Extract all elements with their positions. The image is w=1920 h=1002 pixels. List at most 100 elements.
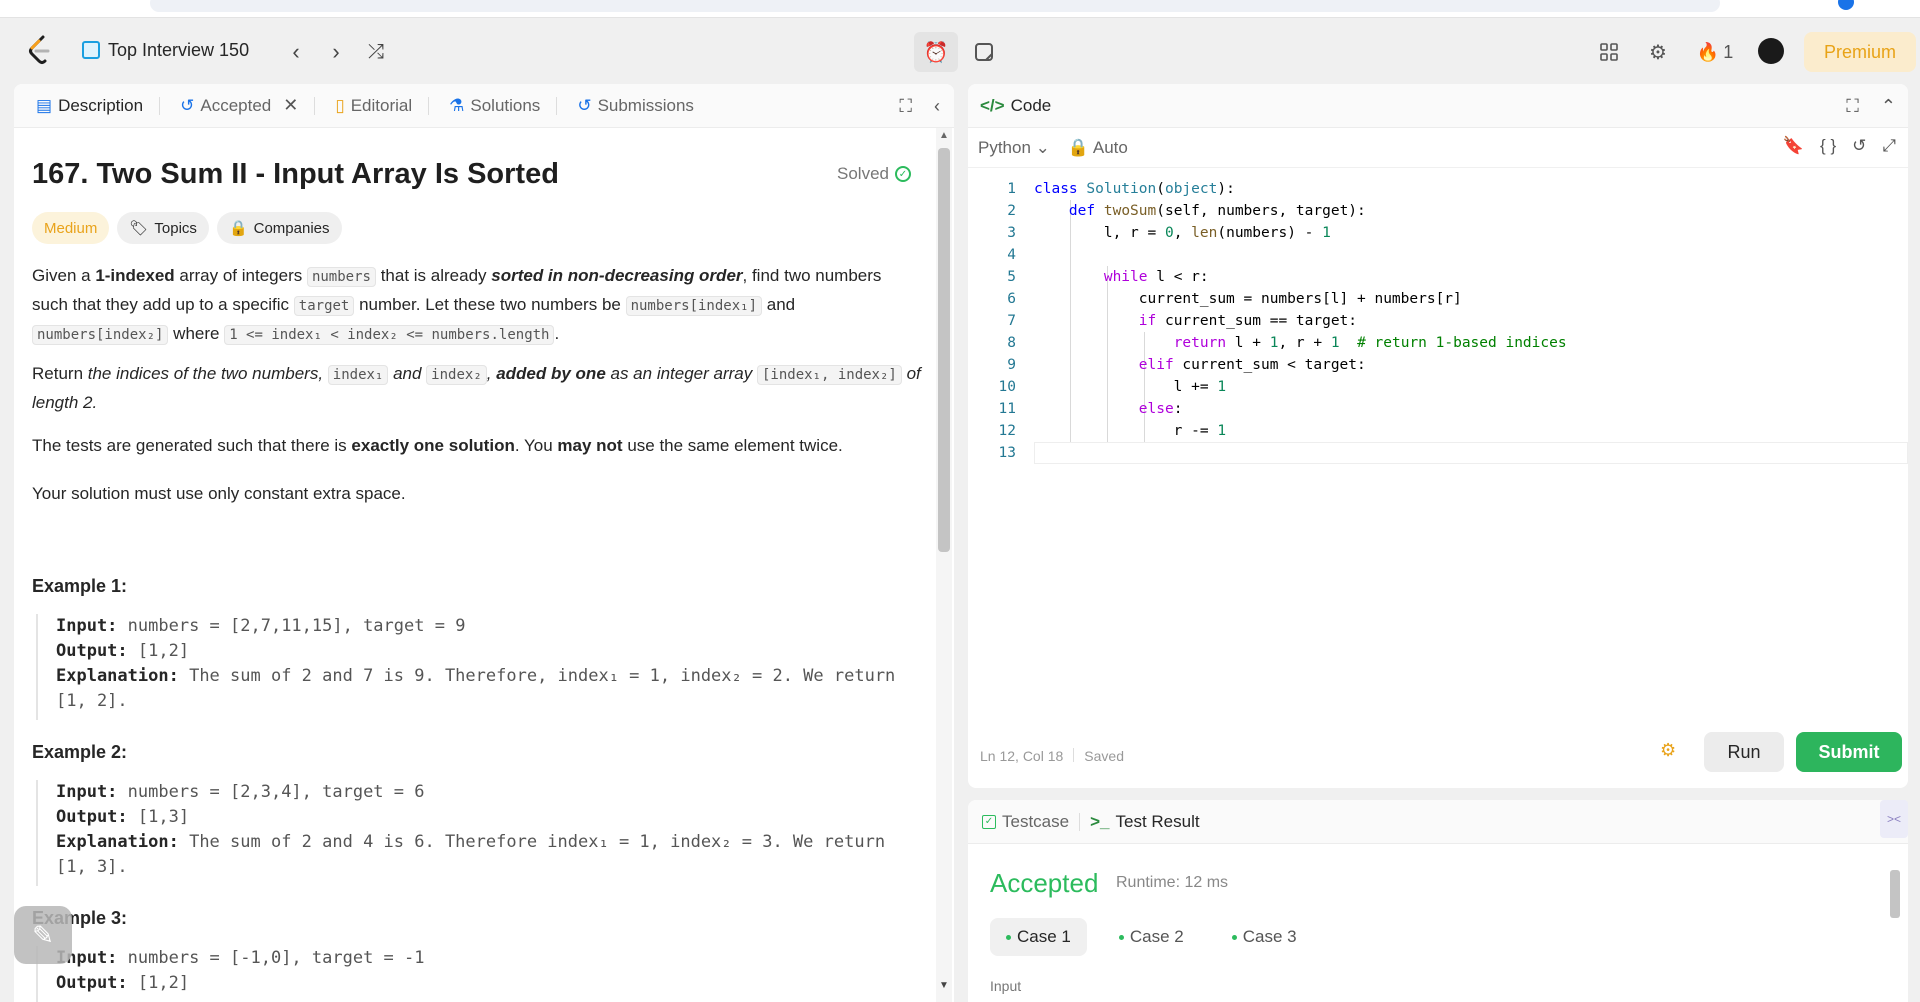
code-line: 1 class Solution(object):	[1007, 181, 1235, 197]
avatar[interactable]	[1758, 38, 1784, 64]
code-line: 9 elif current_sum < target:	[1007, 357, 1366, 373]
companies-label: Companies	[253, 219, 330, 237]
book-icon: ▯	[335, 95, 345, 115]
submit-button[interactable]: Submit	[1796, 732, 1902, 772]
case-tab[interactable]: Case 2	[1103, 918, 1200, 956]
editor-toolbar: Python ⌄ 🔒 Auto	[968, 128, 1908, 168]
description-paragraph-2: Return the indices of the two numbers, i…	[32, 364, 921, 412]
example-1-block: Input: numbers = [2,7,11,15], target = 9…	[36, 614, 922, 720]
history-icon: ↺	[577, 95, 592, 115]
problem-list-button[interactable]: Top Interview 150	[82, 38, 249, 62]
description-scrollbar[interactable]: ▲ ▼	[936, 128, 952, 1002]
panel-splitter[interactable]	[954, 84, 968, 1002]
code-panel: </> Code ⛶ ⌃ Python ⌄ 🔒 Auto 🔖 { } ↺ ⤢ 1…	[968, 84, 1908, 788]
debugger-icon[interactable]: ⚙	[1660, 740, 1684, 764]
case-tabs: Case 1 Case 2 Case 3	[990, 918, 1313, 956]
problem-list-title: Top Interview 150	[108, 39, 250, 60]
reset-icon[interactable]: ↺	[1852, 136, 1866, 156]
code-line: 10 l += 1	[998, 379, 1227, 395]
language-select[interactable]: Python ⌄	[978, 138, 1050, 158]
topics-button[interactable]: 🏷 Topics	[117, 212, 209, 244]
topics-label: Topics	[154, 219, 197, 237]
lock-icon: 🔒	[228, 220, 248, 237]
code-icon: </>	[980, 95, 1005, 115]
code-line: 3 l, r = 0, len(numbers) - 1	[1007, 225, 1331, 241]
gear-icon[interactable]: ⚙	[1643, 38, 1673, 66]
chevron-up-icon[interactable]: ⌃	[1881, 96, 1896, 117]
terminal-icon: >_	[1090, 811, 1110, 831]
collapse-left-icon[interactable]: ‹	[934, 96, 940, 117]
scrollbar-thumb[interactable]	[938, 148, 950, 552]
description-paragraph-1: Given a 1-indexed array of integers numb…	[32, 266, 882, 345]
problem-tags: Medium 🏷 Topics 🔒 Companies	[32, 212, 342, 244]
editor-status: Ln 12, Col 18 Saved	[980, 748, 1124, 764]
flame-icon: 🔥	[1696, 41, 1720, 62]
expand-icon[interactable]: ⤢	[1882, 136, 1896, 156]
example-2-heading: Example 2:	[32, 742, 128, 762]
fullscreen-icon[interactable]: ⛶	[1846, 96, 1859, 117]
streak-count: 1	[1723, 41, 1734, 62]
premium-button[interactable]: Premium	[1804, 32, 1916, 72]
shuffle-icon[interactable]: ⤮	[362, 38, 390, 66]
code-header: </> Code	[968, 84, 1908, 128]
notes-icon[interactable]	[962, 32, 1006, 72]
fullscreen-icon[interactable]: ⛶	[899, 96, 912, 117]
collapse-panel-icon[interactable]: ><	[1880, 800, 1908, 838]
tab-test-result[interactable]: >_ Test Result	[1090, 812, 1199, 832]
case-tab[interactable]: Case 3	[1216, 918, 1313, 956]
example-3-block: Input: numbers = [-1,0], target = -1 Out…	[36, 946, 922, 1002]
profile-icon[interactable]	[1838, 0, 1854, 10]
tab-submissions-label: Submissions	[597, 95, 694, 115]
tab-submissions[interactable]: ↺ Submissions	[567, 84, 704, 128]
eraser-tool-icon[interactable]: ✎	[14, 906, 72, 964]
close-icon[interactable]: ✕	[283, 95, 298, 116]
description-icon: ▤	[36, 95, 53, 115]
save-state: Saved	[1084, 748, 1124, 764]
code-line: 4	[1007, 247, 1016, 263]
top-navbar: Top Interview 150 ‹ › ⤮ ⏰ ⚙ 🔥 1 Premium	[0, 18, 1920, 84]
history-icon: ↺	[180, 95, 195, 115]
run-button[interactable]: Run	[1704, 732, 1784, 772]
layout-grid-icon[interactable]	[1594, 38, 1624, 66]
browser-address-strip	[0, 0, 1920, 18]
code-line: 6 current_sum = numbers[l] + numbers[r]	[1007, 291, 1462, 307]
code-line: 7 if current_sum == target:	[1007, 313, 1358, 329]
tab-solutions[interactable]: ⚗ Solutions	[439, 84, 567, 128]
test-result-panel: ✓ Testcase >_ Test Result Accepted Runti…	[968, 800, 1908, 1002]
tab-editorial-label: Editorial	[350, 95, 413, 115]
description-paragraph-4: Your solution must use only constant ext…	[32, 484, 406, 503]
tab-accepted[interactable]: ↺ Accepted ✕	[170, 84, 325, 128]
input-label: Input	[990, 978, 1022, 994]
streak-counter[interactable]: 🔥 1	[1690, 38, 1740, 66]
address-bar[interactable]	[150, 0, 1720, 12]
description-panel: ▤ Description ↺ Accepted ✕ ▯ Editorial ⚗…	[14, 84, 954, 1002]
leetcode-logo-icon[interactable]	[26, 34, 54, 66]
tab-accepted-label: Accepted	[200, 95, 272, 115]
code-line: 2 def twoSum(self, numbers, target):	[1007, 203, 1366, 219]
description-paragraph-3: The tests are generated such that there …	[32, 436, 843, 455]
companies-button[interactable]: 🔒 Companies	[216, 212, 342, 244]
tab-testcase[interactable]: ✓ Testcase	[982, 812, 1069, 832]
problem-title: 167. Two Sum II - Input Array Is Sorted	[32, 158, 559, 190]
next-problem-button[interactable]: ›	[322, 38, 350, 66]
example-2-block: Input: numbers = [2,3,4], target = 6 Out…	[36, 780, 922, 886]
tag-icon: 🏷	[129, 220, 149, 237]
auto-mode-toggle[interactable]: 🔒 Auto	[1068, 138, 1128, 158]
difficulty-badge[interactable]: Medium	[32, 212, 110, 244]
bookmark-icon[interactable]: 🔖	[1783, 136, 1804, 156]
study-plan-icon	[82, 41, 100, 59]
result-scrollbar[interactable]	[1886, 848, 1904, 1002]
result-tab-bar: ✓ Testcase >_ Test Result	[968, 800, 1908, 844]
prev-problem-button[interactable]: ‹	[282, 38, 310, 66]
code-line: 12 r -= 1	[998, 423, 1227, 439]
tab-description[interactable]: ▤ Description	[26, 84, 170, 128]
runtime-label: Runtime: 12 ms	[1116, 874, 1229, 891]
code-editor[interactable]: 1 class Solution(object): 2 def twoSum(se…	[968, 178, 1908, 698]
format-braces-icon[interactable]: { }	[1820, 136, 1836, 156]
timer-icon[interactable]: ⏰	[914, 32, 958, 72]
tab-editorial[interactable]: ▯ Editorial	[325, 84, 439, 128]
scrollbar-thumb[interactable]	[1890, 870, 1900, 918]
case-tab[interactable]: Case 1	[990, 918, 1087, 956]
verdict-label: Accepted	[990, 868, 1099, 898]
checkbox-icon: ✓	[982, 814, 996, 829]
